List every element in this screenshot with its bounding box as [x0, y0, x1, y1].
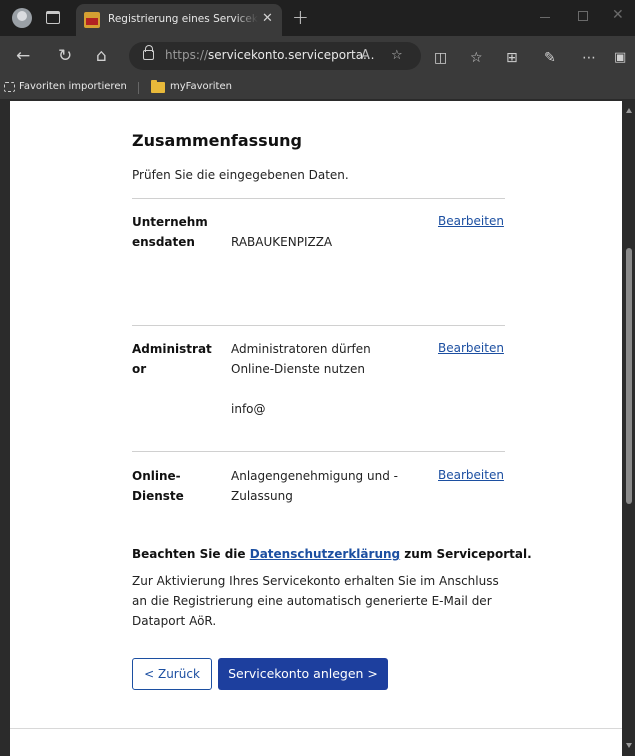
favorites-bar: Favoriten importieren myFavoriten [0, 76, 635, 100]
tab-bar: Registrierung eines Servicekonto ✕ + ✕ [0, 0, 635, 36]
lock-icon[interactable] [143, 45, 154, 60]
section-value-admin-email: info@ [231, 402, 266, 416]
maximize-icon[interactable] [578, 11, 588, 21]
divider [132, 198, 505, 199]
section-label-admin: Administrator [132, 342, 212, 376]
split-screen-icon[interactable]: ◫ [434, 48, 447, 68]
scrollbar-thumb[interactable] [626, 248, 632, 504]
window-close-icon[interactable]: ✕ [612, 7, 624, 23]
page-title: Zusammenfassung [132, 131, 302, 150]
footer-divider [10, 728, 622, 729]
home-icon[interactable]: ⌂ [96, 46, 107, 66]
tab-title: Registrierung eines Servicekonto [108, 13, 258, 25]
privacy-notice: Beachten Sie die Datenschutzerklärung zu… [132, 547, 532, 561]
divider [132, 451, 505, 452]
active-tab[interactable]: Registrierung eines Servicekonto ✕ [76, 4, 282, 36]
section-value-company: RABAUKENPIZZA [231, 235, 333, 249]
section-value-services: Anlagengenehmigung und -Zulassung [231, 469, 398, 503]
read-aloud-icon[interactable]: A [361, 48, 370, 63]
privacy-notice-prefix: Beachten Sie die [132, 547, 250, 561]
extensions-icon[interactable]: ✎ [544, 48, 556, 68]
favorites-folder[interactable]: myFavoriten [170, 81, 232, 92]
new-tab-icon[interactable]: + [292, 5, 309, 29]
favorites-import-link[interactable]: Favoriten importieren [19, 81, 127, 92]
section-label-company: Unternehmensdaten [132, 215, 208, 249]
close-tab-icon[interactable]: ✕ [262, 11, 273, 26]
edit-admin-link[interactable]: Bearbeiten [438, 341, 504, 355]
scroll-down-icon[interactable] [626, 743, 632, 748]
sidebar-toggle-icon[interactable]: ▣ [614, 48, 626, 68]
tab-actions-icon[interactable] [46, 11, 60, 24]
activation-info-text: Zur Aktivierung Ihres Servicekonto erhal… [132, 574, 499, 628]
favorites-separator [138, 82, 139, 94]
edit-company-link[interactable]: Bearbeiten [438, 214, 504, 228]
import-icon [4, 82, 15, 92]
refresh-icon[interactable]: ↻ [58, 46, 72, 66]
more-menu-icon[interactable]: ⋯ [582, 48, 596, 68]
edit-services-link[interactable]: Bearbeiten [438, 468, 504, 482]
navigation-bar: ← ↻ ⌂ https://servicekonto.serviceporta.… [0, 36, 635, 76]
page-subtitle: Prüfen Sie die eingegebenen Daten. [132, 168, 349, 182]
site-favicon-icon [84, 12, 100, 28]
section-label-services: Online-Dienste [132, 469, 184, 503]
scroll-up-icon[interactable] [626, 108, 632, 113]
folder-icon [151, 80, 165, 93]
address-bar[interactable]: https://servicekonto.serviceporta... A ☆ [129, 42, 421, 70]
collections-icon[interactable]: ⊞ [506, 48, 518, 68]
divider [132, 325, 505, 326]
favorites-list-icon[interactable]: ☆ [470, 48, 483, 68]
privacy-notice-suffix: zum Serviceportal. [400, 547, 532, 561]
favorite-star-icon[interactable]: ☆ [391, 48, 403, 63]
back-arrow-icon[interactable]: ← [16, 46, 30, 66]
minimize-icon[interactable] [540, 17, 550, 18]
privacy-policy-link[interactable]: Datenschutzerklärung [250, 547, 400, 561]
back-button[interactable]: < Zurück [132, 658, 212, 690]
url-text[interactable]: https://servicekonto.serviceporta... [165, 48, 375, 62]
profile-avatar-icon[interactable] [12, 8, 32, 28]
create-account-button[interactable]: Servicekonto anlegen > [218, 658, 388, 690]
section-value-admin: Administratoren dürfen Online-Dienste nu… [231, 342, 371, 376]
